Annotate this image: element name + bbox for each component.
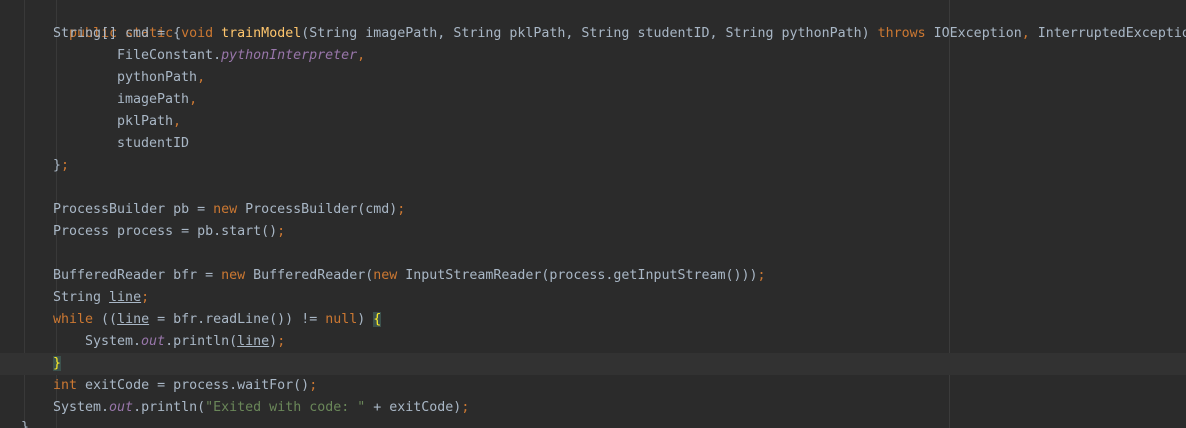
code-text: + exitCode): [365, 400, 462, 415]
keyword: new: [373, 268, 406, 283]
variable: line: [237, 334, 270, 349]
code-line[interactable]: }: [0, 417, 1186, 428]
code-editor[interactable]: public static void trainModel(String ima…: [0, 0, 1186, 428]
code-text: InputStreamReader(process.getInputStream…: [405, 268, 758, 283]
punctuation: ,: [357, 48, 366, 63]
punctuation: ,: [197, 70, 206, 85]
code-line[interactable]: imagePath,: [0, 89, 1186, 111]
code-text: Process process = pb.start(): [53, 224, 278, 239]
code-text: System.: [85, 334, 142, 349]
code-text: BufferedReader bfr =: [53, 268, 222, 283]
code-text: BufferedReader(: [253, 268, 374, 283]
code-line[interactable]: studentID: [0, 133, 1186, 155]
code-line[interactable]: Process process = pb.start();: [0, 221, 1186, 243]
code-text: studentID: [117, 136, 190, 151]
matched-brace: {: [373, 312, 382, 327]
punctuation: ;: [757, 268, 766, 283]
static-field: out: [141, 334, 166, 349]
matched-brace: }: [53, 356, 62, 371]
code-text: FileConstant.: [117, 48, 222, 63]
code-line[interactable]: while ((line = bfr.readLine()) != null) …: [0, 309, 1186, 331]
code-line[interactable]: };: [0, 155, 1186, 177]
variable: line: [117, 312, 150, 327]
code-line[interactable]: System.out.println("Exited with code: " …: [0, 397, 1186, 419]
code-line[interactable]: System.out.println(line);: [0, 331, 1186, 353]
punctuation: ;: [61, 158, 70, 173]
code-line[interactable]: pklPath,: [0, 111, 1186, 133]
code-line[interactable]: int exitCode = process.waitFor();: [0, 375, 1186, 397]
punctuation: ;: [461, 400, 470, 415]
keyword: new: [213, 202, 246, 217]
code-text: imagePath: [117, 92, 190, 107]
code-text: .println(: [165, 334, 238, 349]
code-text: ProcessBuilder(cmd): [245, 202, 398, 217]
code-text: pklPath: [117, 114, 174, 129]
code-line[interactable]: String[] cmd = {: [0, 23, 1186, 45]
code-line[interactable]: public static void trainModel(String ima…: [0, 1, 1186, 41]
code-line[interactable]: BufferedReader bfr = new BufferedReader(…: [0, 265, 1186, 287]
code-text: }: [21, 420, 30, 428]
code-text: pythonPath: [117, 70, 198, 85]
code-text: .println(: [133, 400, 206, 415]
keyword: null: [325, 312, 358, 327]
punctuation: ;: [309, 378, 318, 393]
code-line[interactable]: ProcessBuilder pb = new ProcessBuilder(c…: [0, 199, 1186, 221]
keyword: new: [221, 268, 254, 283]
code-text: String: [53, 290, 110, 305]
code-text: ((: [101, 312, 118, 327]
static-field: pythonInterpreter: [221, 48, 358, 63]
punctuation: ;: [397, 202, 406, 217]
code-text: System.: [53, 400, 110, 415]
code-text: = bfr.readLine()) !=: [149, 312, 326, 327]
keyword: int: [53, 378, 86, 393]
code-text: ): [357, 312, 374, 327]
static-field: out: [109, 400, 134, 415]
code-text: ProcessBuilder pb =: [53, 202, 214, 217]
string-literal: "Exited with code: ": [205, 400, 366, 415]
code-line[interactable]: FileConstant.pythonInterpreter,: [0, 45, 1186, 67]
punctuation: ,: [173, 114, 182, 129]
code-line[interactable]: pythonPath,: [0, 67, 1186, 89]
code-line[interactable]: String line;: [0, 287, 1186, 309]
code-text: ): [269, 334, 278, 349]
variable: line: [109, 290, 142, 305]
keyword: while: [53, 312, 102, 327]
code-text: String[] cmd = {: [53, 26, 182, 41]
current-code-line[interactable]: }: [0, 353, 1186, 375]
code-text: exitCode = process.waitFor(): [85, 378, 310, 393]
punctuation: ;: [277, 334, 286, 349]
punctuation: ;: [141, 290, 150, 305]
punctuation: ,: [189, 92, 198, 107]
code-text: }: [53, 158, 62, 173]
punctuation: ;: [277, 224, 286, 239]
